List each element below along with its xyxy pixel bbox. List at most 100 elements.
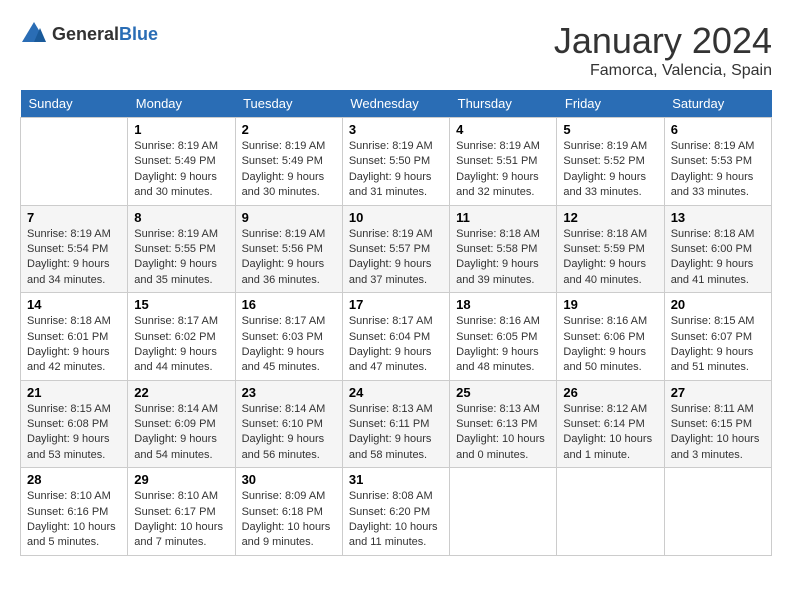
title-area: January 2024 Famorca, Valencia, Spain xyxy=(554,20,772,80)
sunset-text: Sunset: 5:49 PM xyxy=(134,154,228,169)
sunrise-text: Sunrise: 8:14 AM xyxy=(134,402,228,417)
daylight-text: Daylight: 9 hours and 30 minutes. xyxy=(134,170,228,201)
daylight-text: Daylight: 9 hours and 33 minutes. xyxy=(563,170,657,201)
calendar-cell: 31 Sunrise: 8:08 AMSunset: 6:20 PMDayligh… xyxy=(342,468,449,556)
calendar-cell: 16Sunrise: 8:17 AMSunset: 6:03 PMDayligh… xyxy=(235,293,342,381)
day-number: 25 xyxy=(456,385,550,400)
daylight-text: Daylight: 9 hours and 35 minutes. xyxy=(134,257,228,288)
sunrise-text: Sunrise: 8:19 AM xyxy=(671,139,765,154)
weekday-friday: Friday xyxy=(557,90,664,118)
calendar-cell: 2 Sunrise: 8:19 AMSunset: 5:49 PMDaylight… xyxy=(235,118,342,206)
sunrise-text: Sunrise: 8:19 AM xyxy=(134,139,228,154)
day-number: 14 xyxy=(27,297,121,312)
sunrise-text: Sunrise: 8:19 AM xyxy=(242,227,336,242)
day-number: 2 xyxy=(242,122,336,137)
sunrise-text: Sunrise: 8:19 AM xyxy=(242,139,336,154)
sunset-text: Sunset: 6:04 PM xyxy=(349,330,443,345)
calendar-cell: 9 Sunrise: 8:19 AMSunset: 5:56 PMDaylight… xyxy=(235,205,342,293)
sunrise-text: Sunrise: 8:19 AM xyxy=(563,139,657,154)
calendar-cell: 26Sunrise: 8:12 AMSunset: 6:14 PMDayligh… xyxy=(557,380,664,468)
sunrise-text: Sunrise: 8:09 AM xyxy=(242,489,336,504)
daylight-text: Daylight: 9 hours and 45 minutes. xyxy=(242,345,336,376)
day-number: 30 xyxy=(242,472,336,487)
sunset-text: Sunset: 5:54 PM xyxy=(27,242,121,257)
weekday-row: SundayMondayTuesdayWednesdayThursdayFrid… xyxy=(21,90,772,118)
calendar-table: SundayMondayTuesdayWednesdayThursdayFrid… xyxy=(20,90,772,556)
calendar-cell: 6 Sunrise: 8:19 AMSunset: 5:53 PMDaylight… xyxy=(664,118,771,206)
daylight-text: Daylight: 9 hours and 40 minutes. xyxy=(563,257,657,288)
day-number: 16 xyxy=(242,297,336,312)
day-number: 3 xyxy=(349,122,443,137)
daylight-text: Daylight: 9 hours and 48 minutes. xyxy=(456,345,550,376)
daylight-text: Daylight: 10 hours and 3 minutes. xyxy=(671,432,765,463)
calendar-cell: 17Sunrise: 8:17 AMSunset: 6:04 PMDayligh… xyxy=(342,293,449,381)
day-number: 15 xyxy=(134,297,228,312)
weekday-tuesday: Tuesday xyxy=(235,90,342,118)
day-number: 28 xyxy=(27,472,121,487)
daylight-text: Daylight: 9 hours and 36 minutes. xyxy=(242,257,336,288)
sunset-text: Sunset: 5:50 PM xyxy=(349,154,443,169)
header: GeneralBlue January 2024 Famorca, Valenc… xyxy=(20,20,772,80)
calendar-cell: 24Sunrise: 8:13 AMSunset: 6:11 PMDayligh… xyxy=(342,380,449,468)
sunset-text: Sunset: 5:52 PM xyxy=(563,154,657,169)
sunset-text: Sunset: 6:02 PM xyxy=(134,330,228,345)
daylight-text: Daylight: 9 hours and 37 minutes. xyxy=(349,257,443,288)
calendar-cell xyxy=(664,468,771,556)
weekday-wednesday: Wednesday xyxy=(342,90,449,118)
sunset-text: Sunset: 6:08 PM xyxy=(27,417,121,432)
daylight-text: Daylight: 9 hours and 32 minutes. xyxy=(456,170,550,201)
day-number: 26 xyxy=(563,385,657,400)
calendar-cell: 30Sunrise: 8:09 AMSunset: 6:18 PMDayligh… xyxy=(235,468,342,556)
sunset-text: Sunset: 6:11 PM xyxy=(349,417,443,432)
sunrise-text: Sunrise: 8:15 AM xyxy=(27,402,121,417)
daylight-text: Daylight: 9 hours and 33 minutes. xyxy=(671,170,765,201)
logo-blue-text: Blue xyxy=(119,24,158,44)
calendar-cell: 22Sunrise: 8:14 AMSunset: 6:09 PMDayligh… xyxy=(128,380,235,468)
day-number: 8 xyxy=(134,210,228,225)
sunrise-text: Sunrise: 8:16 AM xyxy=(563,314,657,329)
weekday-sunday: Sunday xyxy=(21,90,128,118)
daylight-text: Daylight: 10 hours and 11 minutes. xyxy=(349,520,443,551)
sunset-text: Sunset: 5:53 PM xyxy=(671,154,765,169)
daylight-text: Daylight: 9 hours and 51 minutes. xyxy=(671,345,765,376)
sunset-text: Sunset: 6:06 PM xyxy=(563,330,657,345)
day-number: 31 xyxy=(349,472,443,487)
day-number: 17 xyxy=(349,297,443,312)
sunset-text: Sunset: 6:15 PM xyxy=(671,417,765,432)
day-number: 11 xyxy=(456,210,550,225)
day-number: 19 xyxy=(563,297,657,312)
day-number: 6 xyxy=(671,122,765,137)
daylight-text: Daylight: 9 hours and 30 minutes. xyxy=(242,170,336,201)
sunrise-text: Sunrise: 8:19 AM xyxy=(134,227,228,242)
calendar-cell: 29Sunrise: 8:10 AMSunset: 6:17 PMDayligh… xyxy=(128,468,235,556)
day-number: 20 xyxy=(671,297,765,312)
calendar-cell: 1Sunrise: 8:19 AMSunset: 5:49 PMDaylight… xyxy=(128,118,235,206)
sunset-text: Sunset: 6:20 PM xyxy=(349,505,443,520)
calendar-cell: 28Sunrise: 8:10 AMSunset: 6:16 PMDayligh… xyxy=(21,468,128,556)
sunrise-text: Sunrise: 8:14 AM xyxy=(242,402,336,417)
calendar-cell: 18Sunrise: 8:16 AMSunset: 6:05 PMDayligh… xyxy=(450,293,557,381)
sunrise-text: Sunrise: 8:17 AM xyxy=(134,314,228,329)
sunset-text: Sunset: 5:49 PM xyxy=(242,154,336,169)
calendar-cell: 21Sunrise: 8:15 AMSunset: 6:08 PMDayligh… xyxy=(21,380,128,468)
sunrise-text: Sunrise: 8:15 AM xyxy=(671,314,765,329)
sunset-text: Sunset: 5:56 PM xyxy=(242,242,336,257)
weekday-thursday: Thursday xyxy=(450,90,557,118)
day-number: 9 xyxy=(242,210,336,225)
calendar-cell: 27Sunrise: 8:11 AMSunset: 6:15 PMDayligh… xyxy=(664,380,771,468)
day-number: 13 xyxy=(671,210,765,225)
sunrise-text: Sunrise: 8:08 AM xyxy=(349,489,443,504)
calendar-cell: 14Sunrise: 8:18 AMSunset: 6:01 PMDayligh… xyxy=(21,293,128,381)
day-number: 5 xyxy=(563,122,657,137)
calendar-cell: 19Sunrise: 8:16 AMSunset: 6:06 PMDayligh… xyxy=(557,293,664,381)
calendar-cell xyxy=(557,468,664,556)
sunset-text: Sunset: 5:51 PM xyxy=(456,154,550,169)
day-number: 22 xyxy=(134,385,228,400)
sunset-text: Sunset: 5:59 PM xyxy=(563,242,657,257)
calendar-cell xyxy=(21,118,128,206)
day-number: 24 xyxy=(349,385,443,400)
sunset-text: Sunset: 6:14 PM xyxy=(563,417,657,432)
daylight-text: Daylight: 9 hours and 39 minutes. xyxy=(456,257,550,288)
week-row-1: 7Sunrise: 8:19 AMSunset: 5:54 PMDaylight… xyxy=(21,205,772,293)
sunset-text: Sunset: 6:16 PM xyxy=(27,505,121,520)
